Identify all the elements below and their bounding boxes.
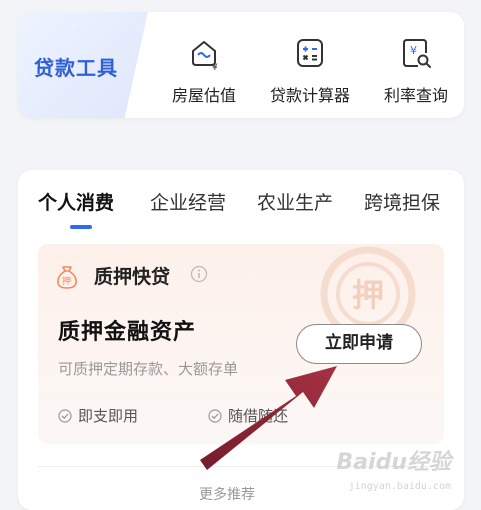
loan-tools-title: 贷款工具 xyxy=(34,56,118,80)
feature-label: 即支即用 xyxy=(78,407,139,425)
feature-borrow-repay-anytime: 随借随还 xyxy=(208,405,288,426)
tab-business-operation[interactable]: 企业经营 xyxy=(150,188,226,215)
tool-loan-calculator[interactable]: 贷款计算器 xyxy=(260,36,360,112)
active-tab-indicator xyxy=(70,225,92,229)
more-recommendations-link[interactable]: 更多推荐 xyxy=(199,484,255,504)
tool-label: 贷款计算器 xyxy=(269,86,350,105)
tab-personal-consumption[interactable]: 个人消费 xyxy=(38,188,114,215)
money-bag-icon: 押 xyxy=(57,266,77,289)
tab-cross-border-guarantee[interactable]: 跨境担保 xyxy=(364,188,440,215)
svg-text:押: 押 xyxy=(62,275,71,287)
feature-label: 随借随还 xyxy=(228,407,289,425)
feature-instant-use: 即支即用 xyxy=(58,405,138,426)
loan-tools-banner: 贷款工具 xyxy=(18,12,148,118)
calculator-icon xyxy=(297,39,323,67)
tool-label: 房屋估值 xyxy=(171,86,236,105)
house-valuation-icon: ¥ xyxy=(192,41,218,73)
tab-agricultural-production[interactable]: 农业生产 xyxy=(257,188,333,215)
promo-headline: 质押金融资产 xyxy=(58,320,197,345)
svg-text:押: 押 xyxy=(352,276,384,314)
watermark-url: jingyan.baidu.com xyxy=(348,481,451,492)
category-tabs: 个人消费 企业经营 农业生产 跨境担保 xyxy=(38,188,458,228)
svg-text:¥: ¥ xyxy=(212,63,218,70)
promo-subtitle: 可质押定期存款、大额存单 xyxy=(58,360,239,378)
pledge-loan-promo[interactable]: 押 押 质押快贷 质押金融资产 可质押定期存款、大额存单 立即申请 即支即用 随… xyxy=(38,244,444,444)
svg-text:¥: ¥ xyxy=(410,44,417,57)
rate-search-icon: ¥ xyxy=(403,39,431,68)
tool-rate-query[interactable]: ¥ 利率查询 xyxy=(366,36,464,112)
info-icon[interactable] xyxy=(190,265,208,283)
tool-label: 利率查询 xyxy=(383,86,448,105)
baidu-jingyan-watermark: Baidu经验 xyxy=(336,450,451,475)
apply-now-button[interactable]: 立即申请 xyxy=(296,324,422,364)
promo-title: 质押快贷 xyxy=(94,266,171,288)
tool-house-valuation[interactable]: ¥ 房屋估值 xyxy=(154,36,254,112)
check-circle-icon xyxy=(208,409,222,423)
check-circle-icon xyxy=(58,409,72,423)
loan-tools-card: 贷款工具 ¥ 房屋估值 贷款计算器 ¥ 利率查询 xyxy=(18,12,464,118)
